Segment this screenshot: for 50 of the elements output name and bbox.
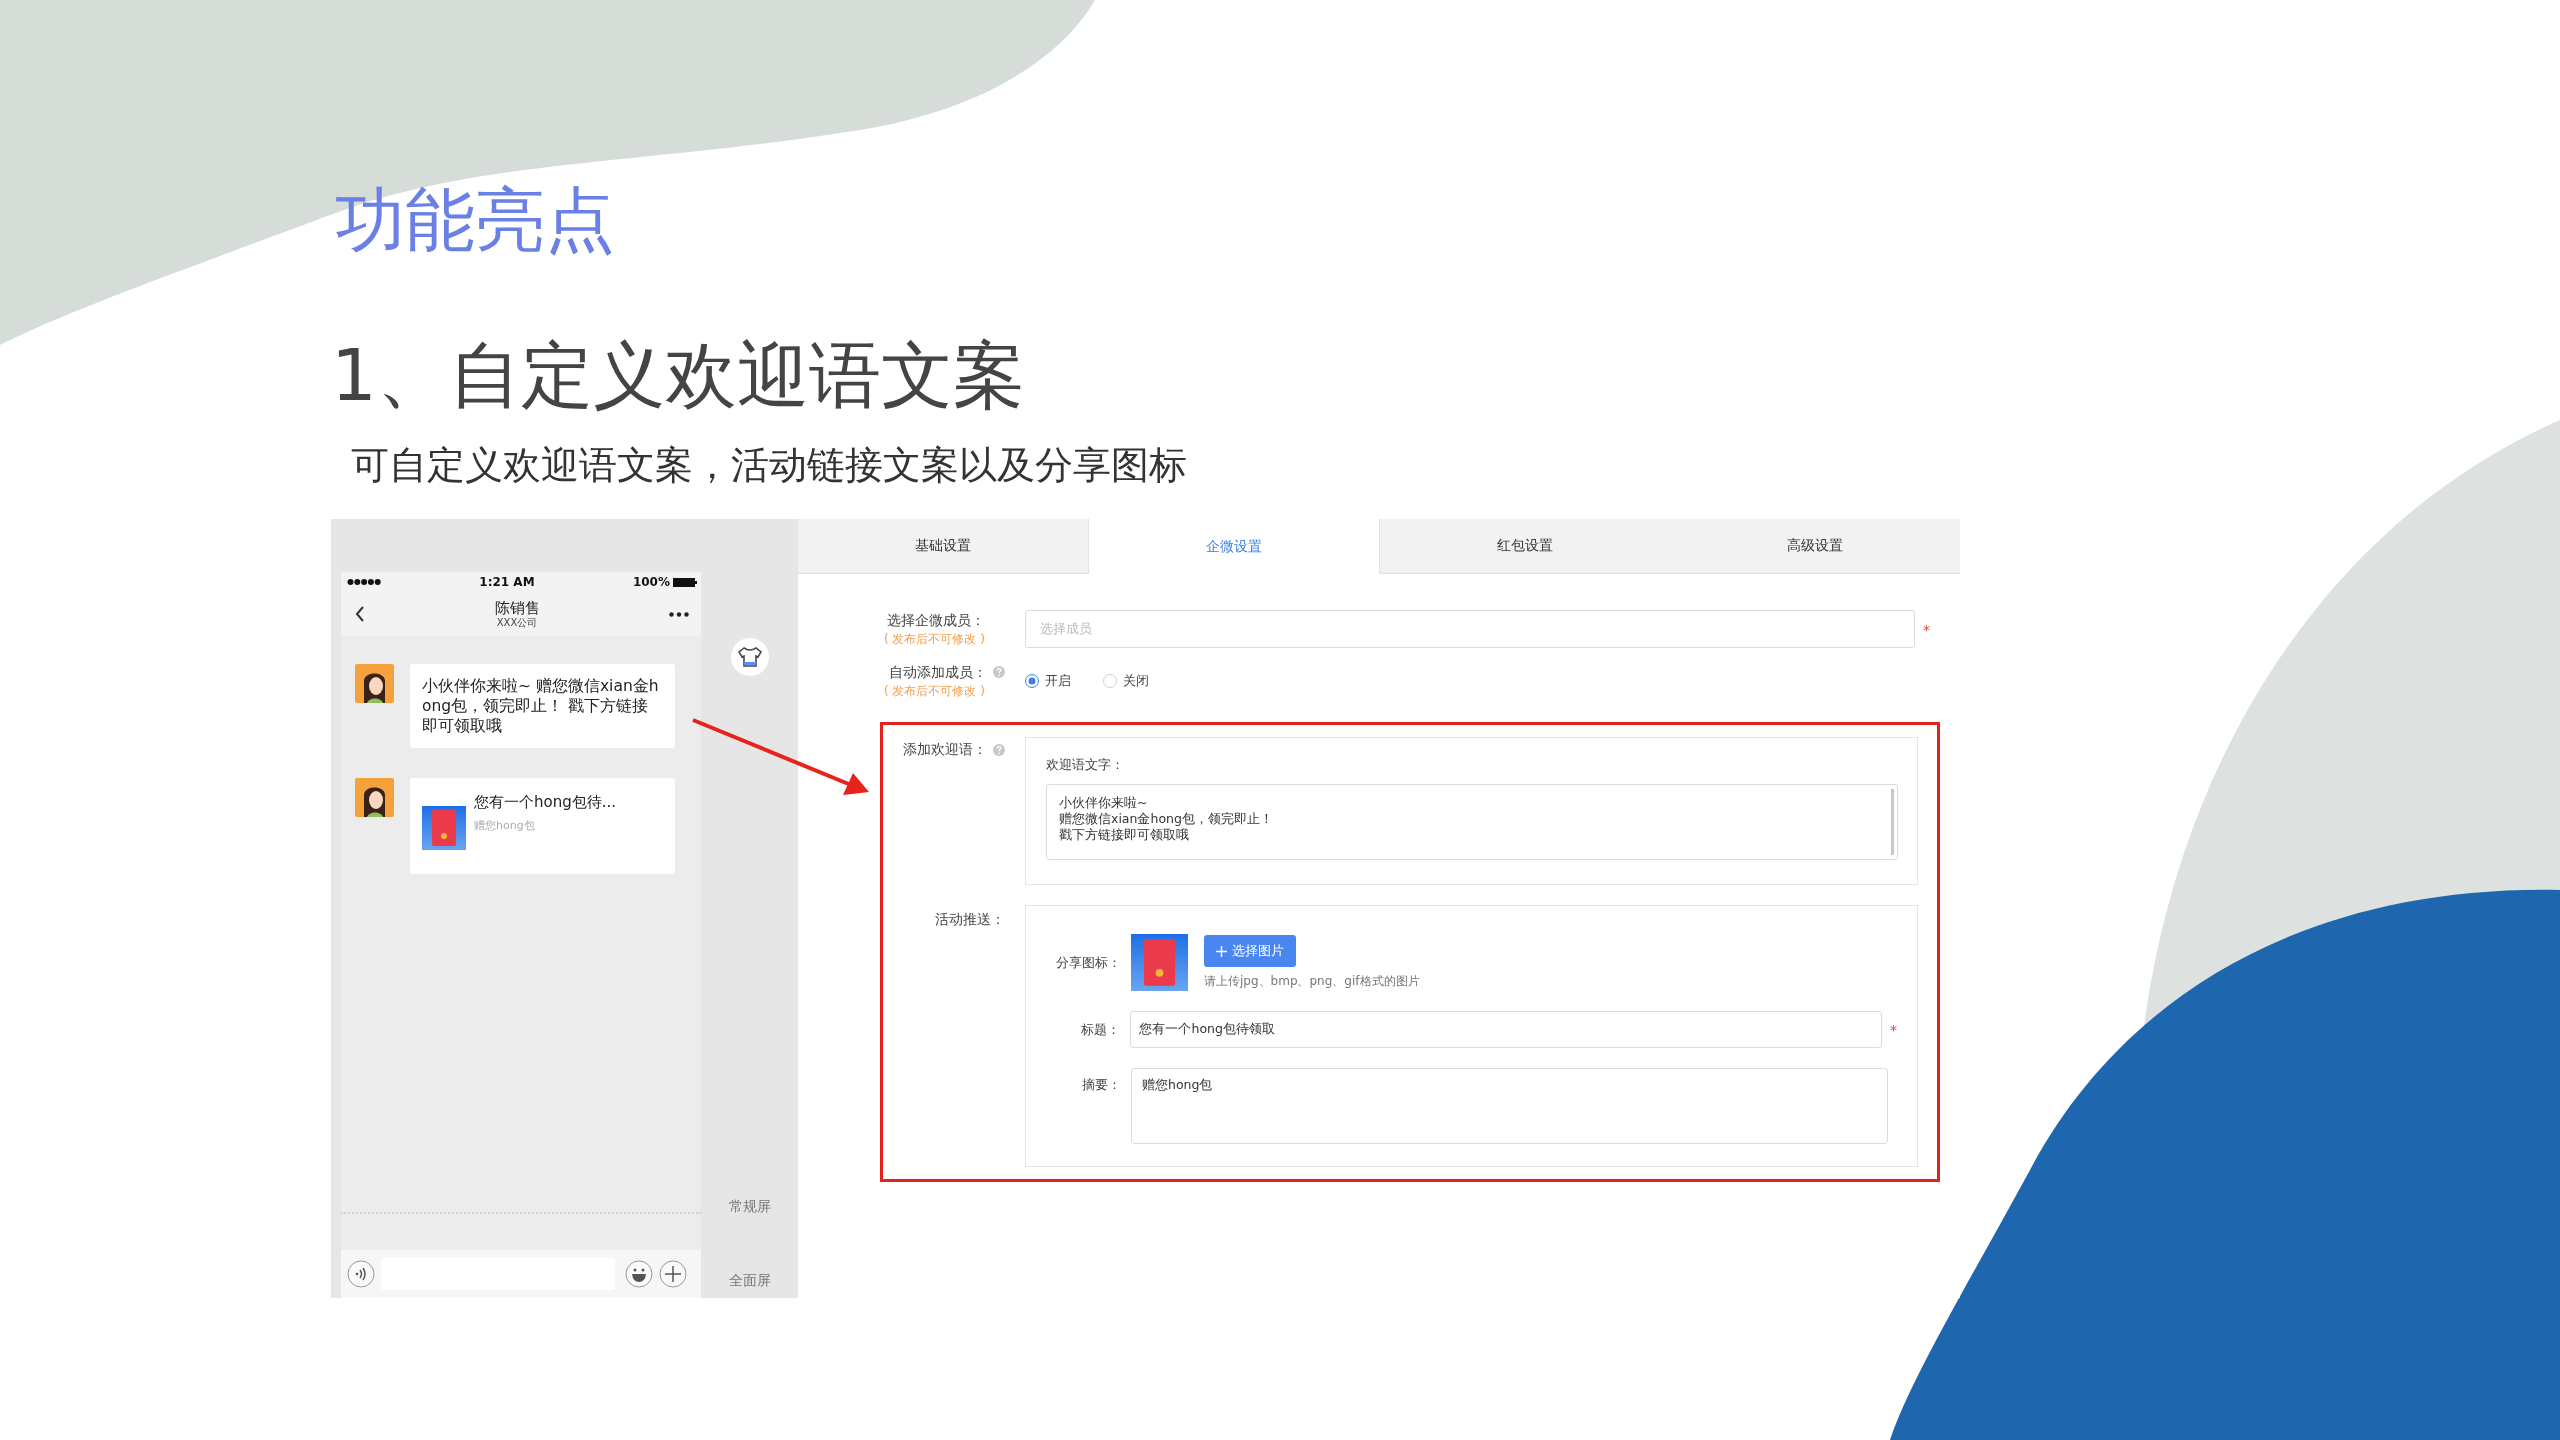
title-field[interactable]: 您有一个hong包待领取	[1130, 1011, 1882, 1048]
screen-mode-label: 全面屏	[728, 1272, 771, 1290]
field-label: 欢迎语文字：	[1046, 756, 1125, 774]
field-label: 活动推送：	[935, 911, 1005, 929]
choose-image-button[interactable]: 选择图片	[1204, 935, 1296, 967]
radio-label[interactable]: 开启	[1045, 672, 1071, 690]
link-card[interactable]: 您有一个hong包待... 赠您hong包	[410, 778, 675, 874]
shirt-icon[interactable]	[730, 638, 769, 676]
card-title: 您有一个hong包待...	[474, 792, 617, 812]
field-label: 标题：	[1080, 1020, 1121, 1039]
field-note: ( 发布后不可修改 )	[884, 683, 985, 700]
required-mark: *	[1923, 622, 1930, 638]
field-label: 分享图标：	[1055, 953, 1121, 972]
avatar	[355, 664, 394, 703]
slide-heading: 1、自定义欢迎语文案	[331, 332, 1026, 419]
field-label: 摘要：	[1081, 1076, 1121, 1094]
envelope-icon	[1131, 934, 1188, 991]
signal-icon	[347, 578, 381, 586]
summary-field[interactable]: 赠您hong包	[1131, 1068, 1888, 1144]
tab[interactable]: 高级设置	[1670, 519, 1960, 574]
field-note: ( 发布后不可修改 )	[884, 631, 985, 648]
battery-percent: 100%	[632, 575, 670, 589]
plus-icon	[1216, 945, 1227, 957]
status-time: 1:21 AM	[479, 575, 535, 589]
field-label: 添加欢迎语：	[903, 741, 987, 759]
voice-icon[interactable]	[347, 1260, 375, 1288]
envelope-icon	[422, 806, 466, 850]
field-label: 选择企微成员：	[887, 611, 985, 630]
message-bubble: 小伙伴你来啦~ 赠您微信xian金hong包，领完即止！ 戳下方链接即可领取哦	[410, 664, 675, 748]
radio-icon[interactable]	[1025, 674, 1039, 688]
tab[interactable]: 基础设置	[798, 519, 1088, 574]
chat-subtitle: XXX公司	[496, 617, 538, 629]
tab[interactable]: 红包设置	[1380, 519, 1670, 574]
field-label: 自动添加成员：	[889, 663, 987, 682]
plus-icon[interactable]	[659, 1260, 687, 1288]
emoji-icon[interactable]	[625, 1260, 653, 1288]
welcome-text-area[interactable]: 小伙伴你来啦~ 赠您微信xian金hong包，领完即止！ 戳下方链接即可领取哦	[1046, 784, 1898, 860]
upload-hint: 请上传jpg、bmp、png、gif格式的图片	[1204, 973, 1420, 990]
avatar	[355, 778, 394, 817]
slide-subtitle: 可自定义欢迎语文案，活动链接文案以及分享图标	[351, 442, 1188, 489]
battery-icon	[673, 577, 697, 587]
radio-label[interactable]: 关闭	[1123, 672, 1149, 690]
card-description: 赠您hong包	[474, 818, 536, 834]
back-icon[interactable]	[355, 606, 365, 622]
chat-title: 陈销售	[494, 599, 540, 617]
tab[interactable]: 企微设置	[1088, 519, 1380, 574]
slide-title: 功能亮点	[335, 178, 616, 263]
required-mark: *	[1890, 1021, 1897, 1038]
screen-mode-label: 常规屏	[728, 1198, 771, 1216]
more-icon[interactable]	[669, 611, 689, 617]
